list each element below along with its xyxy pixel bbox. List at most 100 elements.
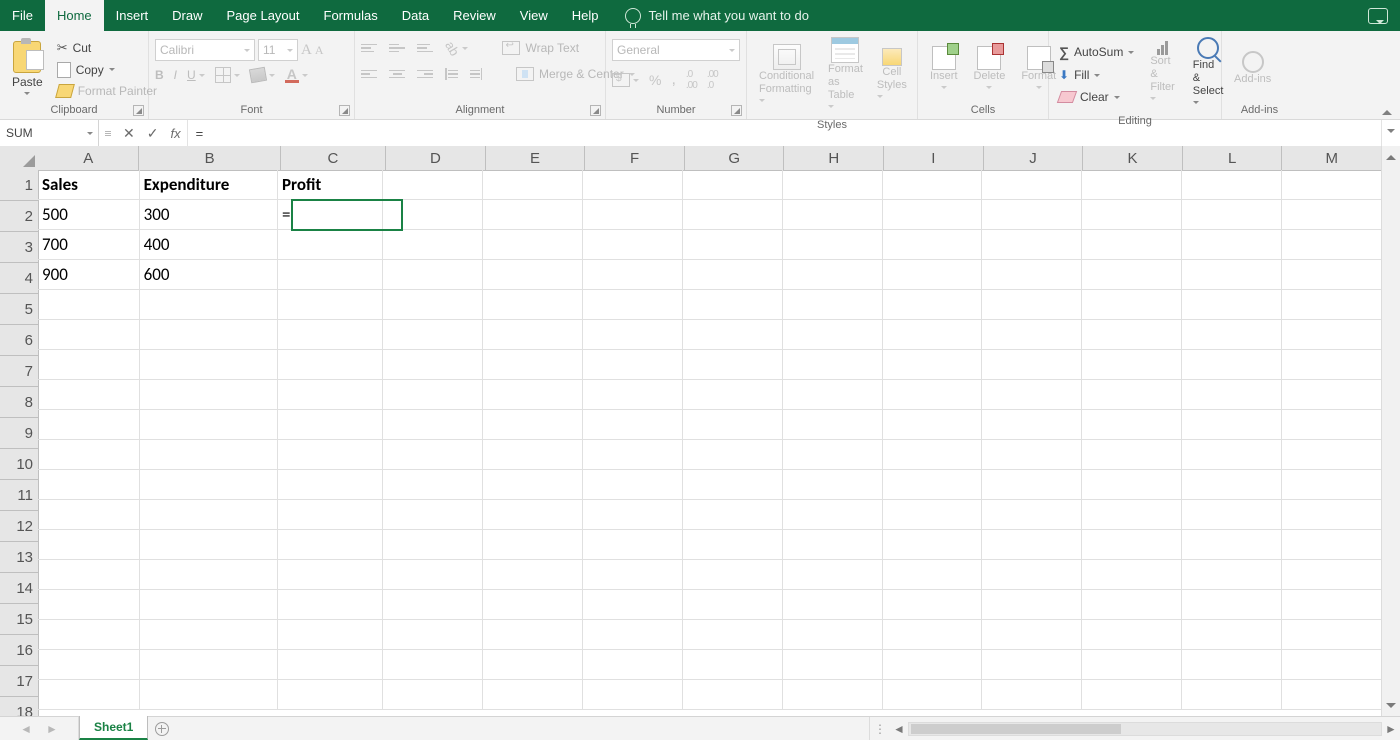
cell-M16[interactable] xyxy=(1282,620,1382,650)
cell-D8[interactable] xyxy=(383,380,483,410)
cell-F7[interactable] xyxy=(583,350,683,380)
cell-B9[interactable] xyxy=(140,410,278,440)
cell-D16[interactable] xyxy=(383,620,483,650)
cell-D12[interactable] xyxy=(383,500,483,530)
cell-F5[interactable] xyxy=(583,290,683,320)
cell-F2[interactable] xyxy=(583,200,683,230)
format-painter-button[interactable]: Format Painter xyxy=(53,82,161,100)
cell-I4[interactable] xyxy=(883,260,983,290)
column-header-G[interactable]: G xyxy=(685,146,785,170)
cell-I13[interactable] xyxy=(883,530,983,560)
row-header-1[interactable]: 1 xyxy=(0,170,38,201)
cell-C8[interactable] xyxy=(278,380,383,410)
font-dialog-launcher[interactable] xyxy=(339,105,350,116)
cell-J18[interactable] xyxy=(982,680,1082,710)
cell-I9[interactable] xyxy=(883,410,983,440)
cell-L18[interactable] xyxy=(1182,680,1282,710)
cell-J5[interactable] xyxy=(982,290,1082,320)
cell-H8[interactable] xyxy=(783,380,883,410)
cell-J9[interactable] xyxy=(982,410,1082,440)
cell-H10[interactable] xyxy=(783,440,883,470)
cell-I17[interactable] xyxy=(883,650,983,680)
cell-I16[interactable] xyxy=(883,620,983,650)
cell-D6[interactable] xyxy=(383,320,483,350)
cell-L4[interactable] xyxy=(1182,260,1282,290)
cell-G14[interactable] xyxy=(683,560,783,590)
cell-E18[interactable] xyxy=(483,680,583,710)
row-header-7[interactable]: 7 xyxy=(0,356,38,387)
cell-F18[interactable] xyxy=(583,680,683,710)
cell-G12[interactable] xyxy=(683,500,783,530)
vertical-scrollbar[interactable] xyxy=(1381,146,1400,717)
cell-D13[interactable] xyxy=(383,530,483,560)
cell-K6[interactable] xyxy=(1082,320,1182,350)
cell-E12[interactable] xyxy=(483,500,583,530)
cell-K2[interactable] xyxy=(1082,200,1182,230)
clear-button[interactable]: Clear xyxy=(1055,88,1138,106)
scroll-left-button[interactable]: ◄ xyxy=(890,722,908,736)
cell-D4[interactable] xyxy=(383,260,483,290)
cell-B16[interactable] xyxy=(140,620,278,650)
cell-F10[interactable] xyxy=(583,440,683,470)
cell-G8[interactable] xyxy=(683,380,783,410)
cell-D18[interactable] xyxy=(383,680,483,710)
cell-C16[interactable] xyxy=(278,620,383,650)
cell-A16[interactable] xyxy=(38,620,140,650)
cell-I2[interactable] xyxy=(883,200,983,230)
cell-J1[interactable] xyxy=(982,170,1082,200)
cell-D3[interactable] xyxy=(383,230,483,260)
cell-M15[interactable] xyxy=(1282,590,1382,620)
cell-J14[interactable] xyxy=(982,560,1082,590)
borders-button[interactable] xyxy=(215,67,231,83)
cell-J12[interactable] xyxy=(982,500,1082,530)
align-center-button[interactable] xyxy=(389,70,405,79)
cell-F17[interactable] xyxy=(583,650,683,680)
cell-F4[interactable] xyxy=(583,260,683,290)
row-header-17[interactable]: 17 xyxy=(0,666,38,697)
cell-I18[interactable] xyxy=(883,680,983,710)
cell-A1[interactable]: Sales xyxy=(38,170,140,200)
tab-insert[interactable]: Insert xyxy=(104,0,161,31)
cell-I5[interactable] xyxy=(883,290,983,320)
cell-C4[interactable] xyxy=(278,260,383,290)
cell-F13[interactable] xyxy=(583,530,683,560)
align-bottom-button[interactable] xyxy=(417,44,433,53)
cell-E7[interactable] xyxy=(483,350,583,380)
column-header-K[interactable]: K xyxy=(1083,146,1183,170)
autosum-button[interactable]: ∑ AutoSum xyxy=(1055,42,1138,62)
accounting-format-button[interactable] xyxy=(612,73,630,87)
cell-I7[interactable] xyxy=(883,350,983,380)
cell-G17[interactable] xyxy=(683,650,783,680)
cell-F9[interactable] xyxy=(583,410,683,440)
cell-E6[interactable] xyxy=(483,320,583,350)
cell-B7[interactable] xyxy=(140,350,278,380)
row-header-15[interactable]: 15 xyxy=(0,604,38,635)
cell-L1[interactable] xyxy=(1182,170,1282,200)
cell-C15[interactable] xyxy=(278,590,383,620)
row-header-3[interactable]: 3 xyxy=(0,232,38,263)
select-all-button[interactable] xyxy=(0,146,39,171)
cell-C10[interactable] xyxy=(278,440,383,470)
cell-C11[interactable] xyxy=(278,470,383,500)
cell-J16[interactable] xyxy=(982,620,1082,650)
cell-A14[interactable] xyxy=(38,560,140,590)
column-header-J[interactable]: J xyxy=(984,146,1084,170)
cell-M1[interactable] xyxy=(1282,170,1382,200)
cell-G16[interactable] xyxy=(683,620,783,650)
cell-F15[interactable] xyxy=(583,590,683,620)
cell-G15[interactable] xyxy=(683,590,783,620)
cancel-formula-button[interactable]: ✕ xyxy=(123,125,135,142)
enter-formula-button[interactable]: ✓ xyxy=(147,125,159,142)
cell-K15[interactable] xyxy=(1082,590,1182,620)
cell-E9[interactable] xyxy=(483,410,583,440)
cell-H1[interactable] xyxy=(783,170,883,200)
orientation-button[interactable]: ab xyxy=(442,38,462,58)
cell-G13[interactable] xyxy=(683,530,783,560)
tab-view[interactable]: View xyxy=(508,0,560,31)
cell-D15[interactable] xyxy=(383,590,483,620)
cell-M17[interactable] xyxy=(1282,650,1382,680)
cell-A6[interactable] xyxy=(38,320,140,350)
cell-M2[interactable] xyxy=(1282,200,1382,230)
cell-L16[interactable] xyxy=(1182,620,1282,650)
cell-A8[interactable] xyxy=(38,380,140,410)
